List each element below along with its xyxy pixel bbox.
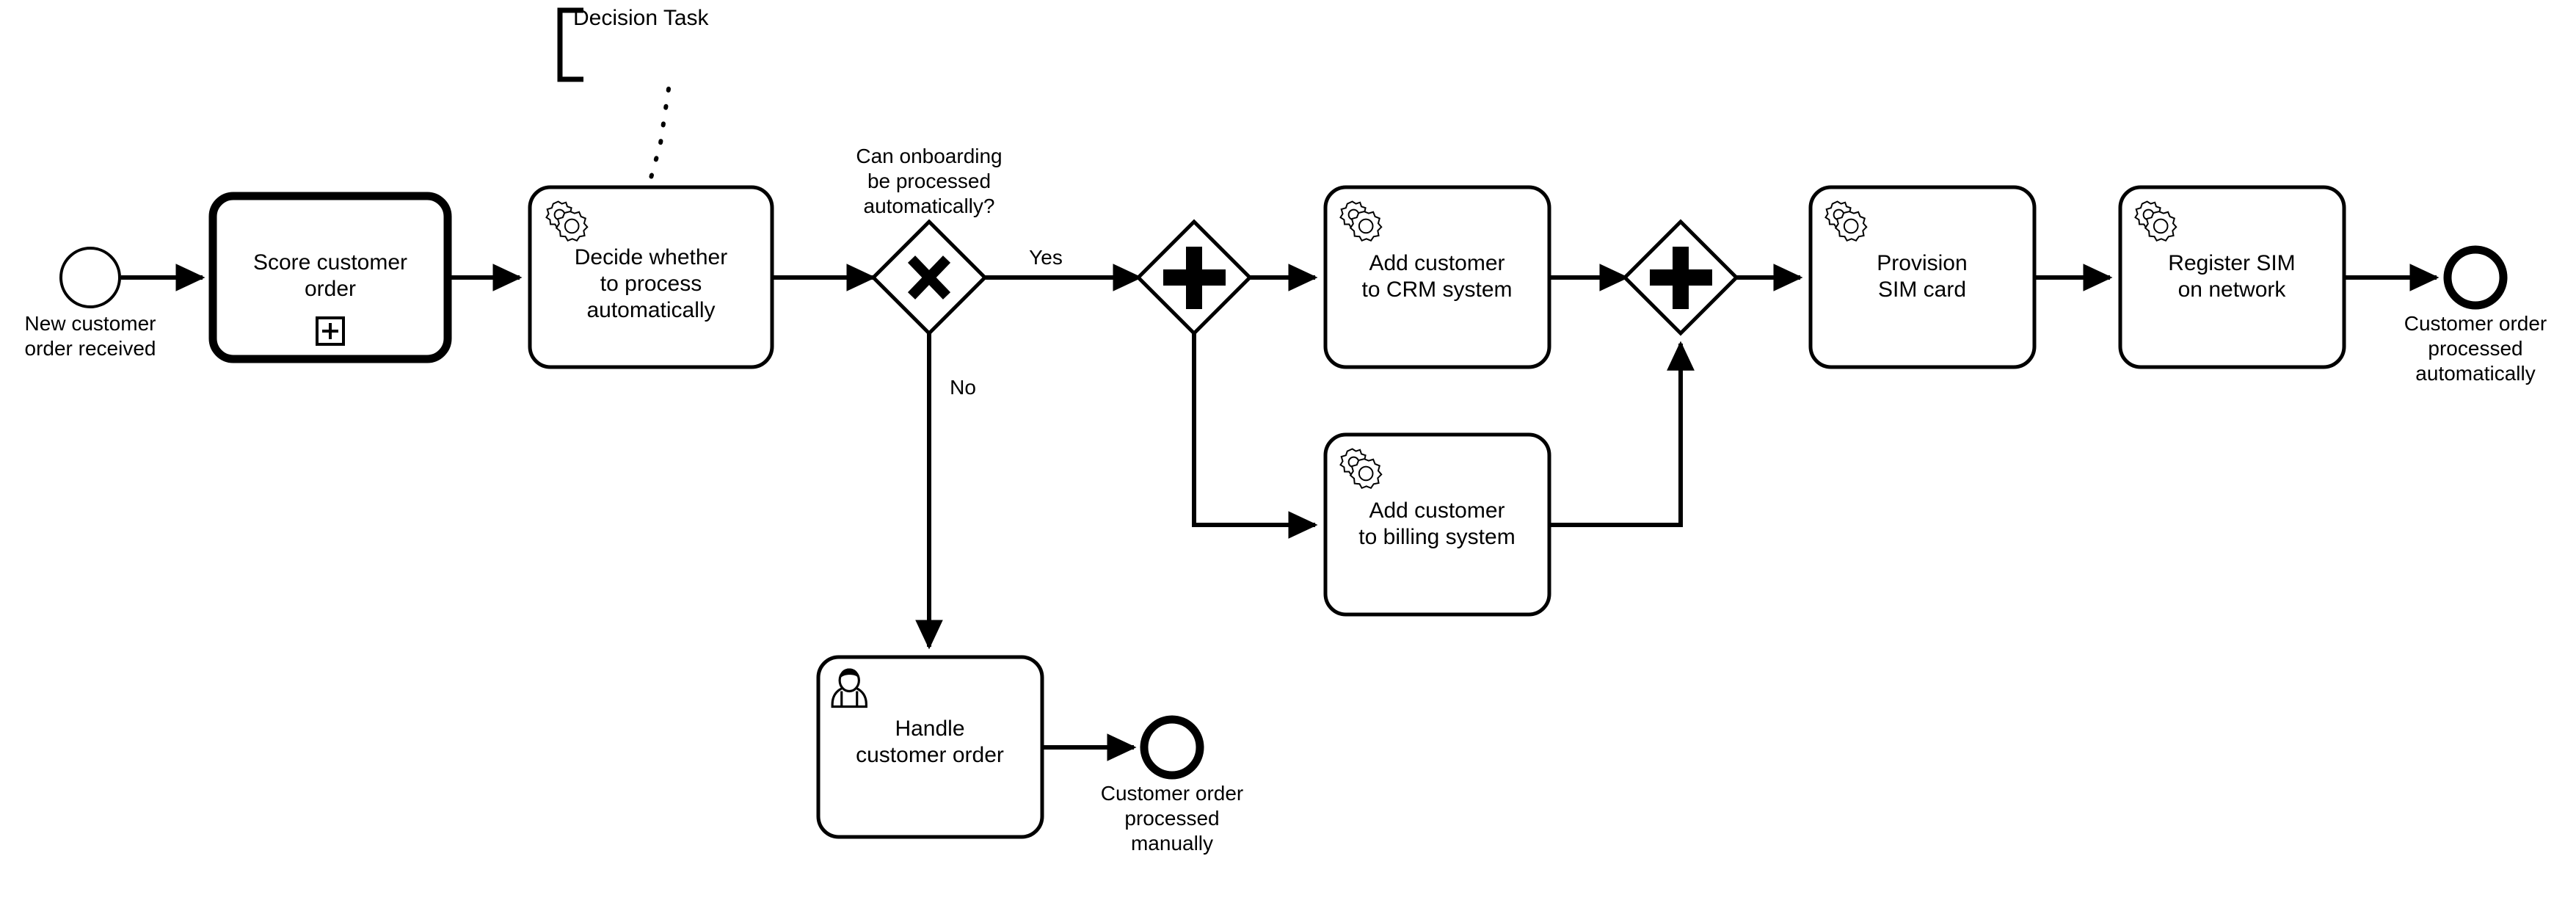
- flow-split-to-billing: [1192, 333, 1318, 539]
- end-event-manual-label-line3: manually: [1131, 832, 1213, 855]
- end-event-manual[interactable]: Customer order processed manually: [1101, 715, 1244, 855]
- end-event-automatic[interactable]: Customer order processed automatically: [2404, 245, 2547, 385]
- add-customer-billing-label-line2: to billing system: [1358, 525, 1515, 549]
- task-add-customer-to-crm-system[interactable]: Add customer to CRM system: [1323, 185, 1551, 369]
- provision-sim-card-label-line1: Provision: [1877, 251, 1967, 275]
- bpmn-diagram-canvas: Decision Task New customer order receive…: [0, 0, 2576, 903]
- sequence-flows: [121, 264, 2439, 761]
- end-event-automatic-label-line1: Customer order: [2404, 312, 2547, 335]
- subprocess-plus-marker-icon: [316, 316, 345, 346]
- end-event-manual-label-line2: processed: [1124, 807, 1219, 830]
- start-event-label-line2: order received: [25, 337, 156, 360]
- task-decide-whether-to-process-automatically[interactable]: Decide whether to process automatically: [528, 185, 774, 369]
- annotation-label: Decision Task: [573, 6, 710, 30]
- score-customer-order-label-line2: order: [305, 277, 356, 301]
- end-event-manual-circle[interactable]: [1140, 715, 1204, 780]
- gateway-parallel-split[interactable]: [1135, 219, 1253, 336]
- task-score-customer-order[interactable]: Score customer order: [208, 192, 452, 363]
- add-customer-crm-label-line1: Add customer: [1369, 251, 1505, 275]
- decide-task-label-line1: Decide whether: [575, 245, 727, 269]
- handle-customer-order-label-line1: Handle: [895, 717, 964, 741]
- end-event-manual-label-line1: Customer order: [1101, 782, 1244, 805]
- provision-sim-card-label-line2: SIM card: [1878, 278, 1966, 302]
- start-event-label-line1: New customer: [25, 312, 156, 335]
- end-event-automatic-label-line3: automatically: [2415, 362, 2535, 385]
- flow-label-yes: Yes: [1029, 246, 1063, 269]
- start-event-circle[interactable]: [59, 247, 121, 308]
- gateway-can-onboarding-be-processed-automatically[interactable]: Can onboarding be processed automaticall…: [856, 145, 1062, 399]
- gateway-parallel-join[interactable]: [1622, 219, 1739, 336]
- decide-task-label-line3: automatically: [586, 298, 715, 322]
- xor-gateway-label-line1: Can onboarding: [856, 145, 1002, 167]
- start-event[interactable]: New customer order received: [25, 247, 156, 360]
- task-register-sim-on-network[interactable]: Register SIM on network: [2118, 185, 2346, 369]
- flow-label-no: No: [950, 376, 976, 399]
- task-add-customer-to-billing-system[interactable]: Add customer to billing system: [1323, 432, 1551, 617]
- task-handle-customer-order[interactable]: Handle customer order: [816, 655, 1044, 839]
- annotation-association-line: [647, 87, 671, 188]
- flow-billing-to-join: [1549, 341, 1695, 527]
- handle-customer-order-label-line2: customer order: [856, 743, 1004, 767]
- add-customer-crm-label-line2: to CRM system: [1361, 278, 1512, 302]
- register-sim-label-line2: on network: [2178, 278, 2287, 302]
- xor-gateway-label-line3: automatically?: [864, 195, 995, 217]
- decide-task-label-line2: to process: [600, 272, 702, 296]
- end-event-automatic-label-line2: processed: [2428, 337, 2522, 360]
- register-sim-label-line1: Register SIM: [2168, 251, 2295, 275]
- task-provision-sim-card[interactable]: Provision SIM card: [1808, 185, 2037, 369]
- xor-gateway-label-line2: be processed: [867, 170, 991, 192]
- score-customer-order-label-line1: Score customer: [253, 250, 407, 275]
- end-event-automatic-circle[interactable]: [2443, 245, 2508, 310]
- add-customer-billing-label-line1: Add customer: [1369, 498, 1505, 523]
- decision-task-annotation: Decision Task: [557, 6, 710, 188]
